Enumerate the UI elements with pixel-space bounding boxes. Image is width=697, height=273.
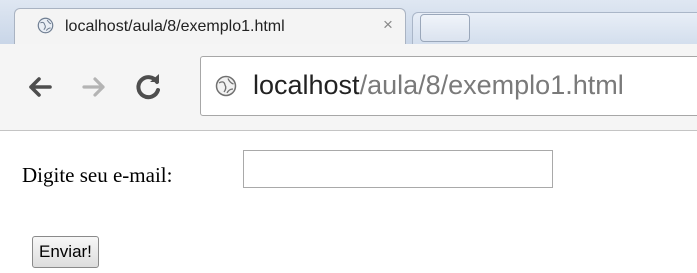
back-button[interactable] bbox=[22, 70, 56, 104]
reload-button[interactable] bbox=[132, 70, 166, 104]
forward-arrow-icon bbox=[82, 77, 105, 97]
forward-button[interactable] bbox=[78, 70, 112, 104]
url-host: localhost bbox=[253, 70, 360, 100]
browser-toolbar: localhost/aula/8/exemplo1.html bbox=[0, 44, 697, 131]
close-icon[interactable]: × bbox=[383, 15, 393, 35]
address-bar[interactable]: localhost/aula/8/exemplo1.html bbox=[200, 56, 697, 116]
email-field[interactable] bbox=[243, 150, 553, 188]
page-content: Digite seu e-mail: Enviar! bbox=[0, 131, 697, 273]
globe-icon bbox=[37, 17, 54, 34]
new-tab-button[interactable] bbox=[420, 14, 470, 42]
tab-title: localhost/aula/8/exemplo1.html bbox=[65, 18, 285, 35]
submit-button[interactable]: Enviar! bbox=[32, 236, 99, 268]
url-path: /aula/8/exemplo1.html bbox=[359, 70, 624, 100]
reload-icon bbox=[136, 74, 160, 100]
email-label: Digite seu e-mail: bbox=[22, 163, 173, 187]
url-text: localhost/aula/8/exemplo1.html bbox=[253, 70, 624, 101]
tab-active[interactable]: localhost/aula/8/exemplo1.html × bbox=[14, 8, 406, 45]
back-arrow-icon bbox=[29, 77, 52, 97]
globe-icon bbox=[215, 75, 237, 97]
tab-strip: localhost/aula/8/exemplo1.html × bbox=[0, 0, 697, 45]
